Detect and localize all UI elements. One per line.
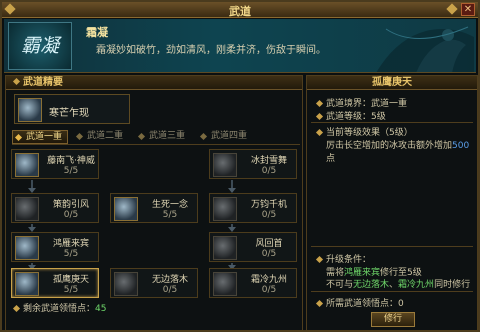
effect-value: 500 (452, 141, 470, 151)
effect-text-suffix: 点 (326, 154, 336, 164)
skill-node[interactable]: 生死一念 5/5 (110, 193, 198, 223)
skill-node-level: 0/5 (261, 210, 277, 220)
frost-blade-icon (18, 98, 42, 122)
skill-node-name: 生死一念 (151, 200, 188, 210)
skill-tree-header: 武道精要 (6, 76, 302, 90)
skill-node-level: 5/5 (63, 166, 79, 176)
condition-2-separator: 、 (389, 280, 399, 290)
bullet-icon (12, 304, 21, 313)
skill-node[interactable]: 无边落木 0/5 (110, 268, 198, 298)
root-skill-slot[interactable]: 寒芒乍现 (14, 94, 130, 124)
banner-skill-description: 霜凝妙如破竹，劲如清风，刚柔并济，伤敌于瞬间。 (96, 45, 326, 56)
skill-node-level: 5/5 (63, 285, 79, 295)
frost-land-icon (213, 272, 237, 296)
skill-node-name: 风回首 (255, 239, 283, 249)
skill-node[interactable]: 风回首 0/5 (209, 232, 297, 262)
remaining-points: 剩余武道领悟点：45 (12, 301, 107, 314)
close-button[interactable]: ✕ (461, 3, 475, 16)
condition-2-skill-b: 霜冷九州 (398, 280, 435, 290)
skill-node-level: 5/5 (162, 210, 178, 220)
swan-guest-icon (15, 236, 39, 260)
skill-node-level: 5/5 (63, 249, 79, 259)
condition-2-prefix: 不可与 (326, 280, 354, 290)
remaining-points-value: 45 (95, 304, 107, 314)
tab-realm-1[interactable]: 武道一重 (12, 130, 68, 144)
lone-hawk-icon (15, 272, 39, 296)
tab-realm-2[interactable]: 武道二重 (74, 130, 130, 144)
level-label: 武道等级： (326, 112, 372, 122)
bullet-icon (315, 255, 324, 264)
skill-node[interactable]: 藤南飞·神威 5/5 (11, 149, 99, 179)
divider (311, 246, 473, 247)
skill-node-name: 无边落木 (151, 275, 188, 285)
bullet-icon (315, 112, 324, 121)
condition-2-skill-a: 无边落木 (353, 280, 390, 290)
wind-return-icon (213, 236, 237, 260)
skill-node-level: 0/5 (261, 249, 277, 259)
thousand-gears-icon (213, 197, 237, 221)
falling-leaves-icon (114, 272, 138, 296)
skill-detail-header: 孤鹰庚天 (307, 76, 477, 90)
skill-node-name: 万钧千机 (250, 200, 287, 210)
flying-strike-icon (15, 153, 39, 177)
tab-realm-3[interactable]: 武道三重 (136, 130, 192, 144)
realm-label: 武道境界： (326, 99, 372, 109)
bullet-icon (315, 99, 324, 108)
required-points-value: 0 (398, 299, 404, 309)
martial-way-window: 武道 ✕ 霸凝 霜凝 霜凝妙如破竹，劲如清风，刚柔并济，伤敌于瞬间。 武道精要 … (0, 0, 480, 332)
title-bar[interactable]: 武道 ✕ (2, 2, 478, 18)
skill-node-name: 藤南飞·神威 (47, 156, 95, 166)
ice-dance-icon (213, 153, 237, 177)
required-points-label: 所需武道领悟点： (326, 299, 399, 309)
skill-node[interactable]: 鸿雁来宾 5/5 (11, 232, 99, 262)
level-line: 武道等级：5级 (315, 109, 386, 122)
bullet-icon (315, 128, 324, 137)
skill-node-name: 鸿雁来宾 (52, 239, 89, 249)
effect-text: 厉击长空增加的冰攻击额外增加500 点 (326, 138, 477, 164)
skill-node[interactable]: 霜冷九州 0/5 (209, 268, 297, 298)
skill-logo: 霸凝 (8, 22, 72, 70)
remaining-points-label: 剩余武道领悟点： (23, 304, 96, 314)
skill-node-name: 冰封雪舞 (250, 156, 287, 166)
divider (311, 122, 473, 123)
skill-node[interactable]: 策韵引风 0/5 (11, 193, 99, 223)
skill-node-selected[interactable]: 孤鹰庚天 5/5 (11, 268, 99, 298)
condition-2: 不可与无边落木、霜冷九州同时修行 (326, 277, 470, 290)
skill-node[interactable]: 冰封雪舞 0/5 (209, 149, 297, 179)
upgrade-condition-label: 升级条件： (326, 255, 372, 265)
level-value: 5级 (371, 112, 386, 122)
realm-tabs: 武道一重 武道二重 武道三重 武道四重 (12, 129, 300, 145)
skill-tree-panel: 武道精要 寒芒乍现 武道一重 武道二重 武道三重 武道四重 藤南飞·神威 5/5 (5, 75, 303, 331)
upgrade-condition-heading: 升级条件： (315, 252, 372, 265)
skill-node-level: 0/5 (261, 166, 277, 176)
required-points: 所需武道领悟点：0 (315, 296, 404, 309)
divider (311, 291, 473, 292)
realm-line: 武道境界：武道一重 (315, 96, 408, 109)
condition-2-suffix: 同时修行 (434, 280, 471, 290)
warrior-silhouette-icon (376, 26, 474, 72)
effect-text-prefix: 厉击长空增加的冰攻击额外增加 (326, 141, 453, 151)
realm-value: 武道一重 (371, 99, 408, 109)
skill-node[interactable]: 万钧千机 0/5 (209, 193, 297, 223)
train-button[interactable]: 修行 (371, 312, 415, 327)
wind-call-icon (15, 197, 39, 221)
skill-node-name: 霜冷九州 (250, 275, 287, 285)
skill-node-level: 0/5 (261, 285, 277, 295)
tab-realm-4[interactable]: 武道四重 (198, 130, 254, 144)
skill-node-level: 0/5 (162, 285, 178, 295)
effect-heading: 当前等级效果（5级） (315, 125, 413, 138)
skill-node-level: 0/5 (63, 210, 79, 220)
life-death-icon (114, 197, 138, 221)
window-title: 武道 (229, 5, 251, 18)
banner-skill-name: 霜凝 (86, 26, 108, 39)
skill-banner: 霸凝 霜凝 霜凝妙如破竹，劲如清风，刚柔并济，伤敌于瞬间。 (4, 19, 476, 73)
skill-node-name: 孤鹰庚天 (52, 275, 89, 285)
skill-node-name: 策韵引风 (52, 200, 89, 210)
root-skill-name: 寒芒乍现 (49, 108, 89, 119)
effect-label: 当前等级效果（5级） (326, 128, 413, 138)
bullet-icon (315, 299, 324, 308)
skill-detail-panel: 孤鹰庚天 武道境界：武道一重 武道等级：5级 当前等级效果（5级） 厉击长空增加… (306, 75, 478, 331)
